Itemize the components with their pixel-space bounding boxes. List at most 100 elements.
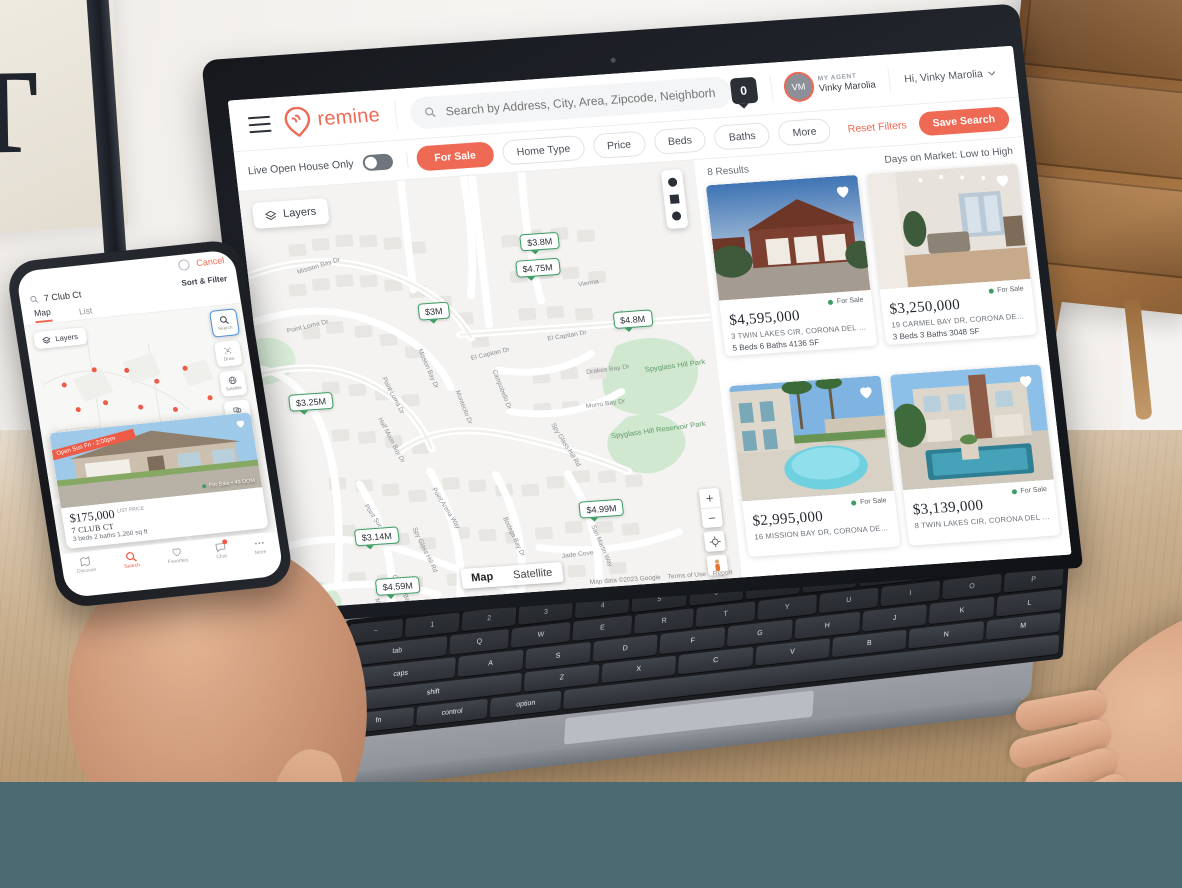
messages-count: 0 (739, 82, 748, 98)
heart-icon (172, 548, 181, 557)
phone-tool-label: Draw (223, 355, 235, 362)
map-price-marker[interactable]: $4.99M (578, 498, 625, 519)
layers-stack-icon (264, 210, 277, 220)
my-agent-block[interactable]: VM MY AGENT Vinky Marolia (769, 66, 892, 102)
topbar-right: 0 VM MY AGENT Vinky Marolia Hi, Vinky Ma… (729, 59, 1007, 104)
map-price-marker[interactable]: $3.14M (353, 526, 400, 547)
filter-bar-actions: Reset Filters Save Search (846, 105, 1011, 141)
key-option[interactable]: option (489, 690, 562, 718)
phone-layers-label: Layers (54, 331, 79, 344)
zoom-out-button[interactable]: − (701, 508, 723, 528)
layers-stack-icon (41, 336, 51, 344)
map-layers-button[interactable]: Layers (251, 197, 330, 229)
map-zoom-controls[interactable]: + − (698, 487, 724, 529)
gear-icon[interactable] (177, 258, 191, 271)
property-card[interactable]: For Sale $3,250,000 19 CARMEL BAY DR, CO… (865, 163, 1038, 346)
map-mode-square-button[interactable] (663, 190, 686, 208)
my-location-button[interactable] (703, 530, 726, 552)
phone-tool-label: Search (217, 324, 233, 332)
discover-icon (80, 556, 91, 567)
results-panel: 8 Results Days on Market: Low to High Fo… (692, 137, 1072, 578)
search-icon (125, 552, 137, 562)
phone-tool-label: Satellite (225, 384, 243, 392)
filter-pill-home-type[interactable]: Home Type (501, 134, 586, 166)
phone-property-card[interactable]: Open Sun Fri - 2:00pm For Sale • 49 DOM (49, 412, 269, 549)
phone-map[interactable]: Layers Search Draw Satellite Open Sun Fr… (24, 303, 278, 554)
nav-item-more[interactable]: More (253, 537, 267, 556)
favorite-heart-icon[interactable] (234, 418, 247, 430)
phone-tool-draw[interactable]: Draw (213, 340, 243, 368)
filter-pill-price[interactable]: Price (591, 130, 647, 160)
globe-icon (228, 376, 237, 385)
map-layers-label: Layers (282, 205, 317, 220)
hamburger-menu-icon[interactable] (247, 115, 272, 133)
app-body: Mission Bay Dr Point Loma Dr Point Loma Dr… (238, 137, 1072, 610)
more-dots-icon (254, 541, 264, 545)
favorite-heart-icon[interactable] (993, 171, 1012, 189)
cancel-button[interactable]: Cancel (196, 255, 225, 268)
map-price-marker[interactable]: $4.59M (374, 576, 421, 596)
agent-text: MY AGENT Vinky Marolia (817, 71, 876, 95)
map-price-marker[interactable]: $3M (417, 301, 451, 321)
nav-item-search[interactable]: Search (122, 550, 141, 570)
tab-map[interactable]: Map (33, 306, 53, 324)
poster-letter: T (0, 44, 40, 179)
bottom-color-band (0, 782, 1182, 888)
map-price-marker[interactable]: $4.8M (612, 309, 654, 330)
search-icon (30, 295, 39, 303)
property-card[interactable]: For Sale $3,139,000 8 TWIN LAKES CIR, CO… (889, 363, 1061, 546)
property-info: For Sale $2,995,000 16 MISSION BAY DR, C… (742, 490, 899, 550)
map-price-marker[interactable]: $4.75M (514, 257, 561, 278)
search-icon (220, 316, 229, 324)
reset-filters-link[interactable]: Reset Filters (847, 119, 907, 135)
laptop-lid: remine 0 (193, 0, 1093, 659)
save-search-button[interactable]: Save Search (917, 105, 1011, 136)
property-card[interactable]: For Sale $4,595,000 3 TWIN LAKES CIR, CO… (705, 174, 877, 357)
scene-root: T ~ 1 2 3 4 5 6 (0, 0, 1182, 888)
filter-pill-more[interactable]: More (777, 117, 832, 147)
favorite-heart-icon[interactable] (1016, 371, 1035, 389)
brand-name: remine (316, 104, 382, 131)
filter-pill-for-sale[interactable]: For Sale (414, 141, 496, 172)
property-info: For Sale $4,595,000 3 TWIN LAKES CIR, CO… (719, 290, 877, 356)
favorite-heart-icon[interactable] (833, 182, 852, 200)
phone-search-value[interactable]: 7 Club Ct (43, 289, 82, 303)
report-link[interactable]: Report (713, 569, 733, 577)
favorite-heart-icon[interactable] (856, 383, 875, 401)
key-control[interactable]: control (416, 698, 489, 726)
results-count: 8 Results (706, 164, 750, 179)
map-mode-dot2-button[interactable] (665, 207, 688, 225)
nav-item-chat[interactable]: Chat (214, 539, 228, 560)
satellite-view-button[interactable]: Satellite (502, 562, 563, 586)
brand-logo[interactable]: remine (282, 99, 399, 138)
map-view-button[interactable]: Map (460, 566, 504, 589)
sort-and-filter-button[interactable]: Sort & Filter (181, 274, 228, 288)
search-input[interactable] (442, 84, 718, 120)
messages-badge[interactable]: 0 (729, 76, 759, 104)
webcam (610, 57, 616, 63)
agent-avatar: VM (784, 72, 813, 101)
my-location-icon (709, 535, 721, 547)
property-info: For Sale $3,139,000 8 TWIN LAKES CIR, CO… (902, 479, 1059, 539)
nav-item-discover[interactable]: Discover (75, 555, 97, 575)
map-mode-dot-button[interactable] (661, 173, 684, 191)
live-open-house-toggle[interactable] (361, 152, 394, 171)
filter-pill-beds[interactable]: Beds (652, 126, 708, 155)
tab-list[interactable]: List (78, 305, 93, 316)
property-card[interactable]: For Sale $2,995,000 16 MISSION BAY DR, C… (728, 375, 900, 557)
draw-polygon-icon (224, 347, 232, 355)
results-grid: For Sale $4,595,000 3 TWIN LAKES CIR, CO… (697, 163, 1072, 577)
live-open-house-toggle-group[interactable]: Live Open House Only (247, 151, 409, 179)
phone-screen: Cancel 7 Club Ct Sort & Filter Map List (15, 249, 285, 599)
laptop-bezel: remine 0 (201, 3, 1084, 625)
filter-pill-baths[interactable]: Baths (713, 121, 772, 151)
phone-tool-satellite[interactable]: Satellite (218, 369, 248, 397)
zoom-in-button[interactable]: + (698, 487, 721, 510)
chevron-down-icon (987, 70, 996, 76)
sort-label[interactable]: Days on Market: Low to High (884, 146, 1013, 166)
user-menu[interactable]: Hi, Vinky Marolia (890, 66, 1007, 86)
chat-unread-dot (221, 539, 228, 545)
phone-tool-search[interactable]: Search (208, 308, 241, 338)
map-price-marker[interactable]: $3.8M (519, 231, 561, 252)
nav-item-favorites[interactable]: Favorites (166, 545, 189, 565)
